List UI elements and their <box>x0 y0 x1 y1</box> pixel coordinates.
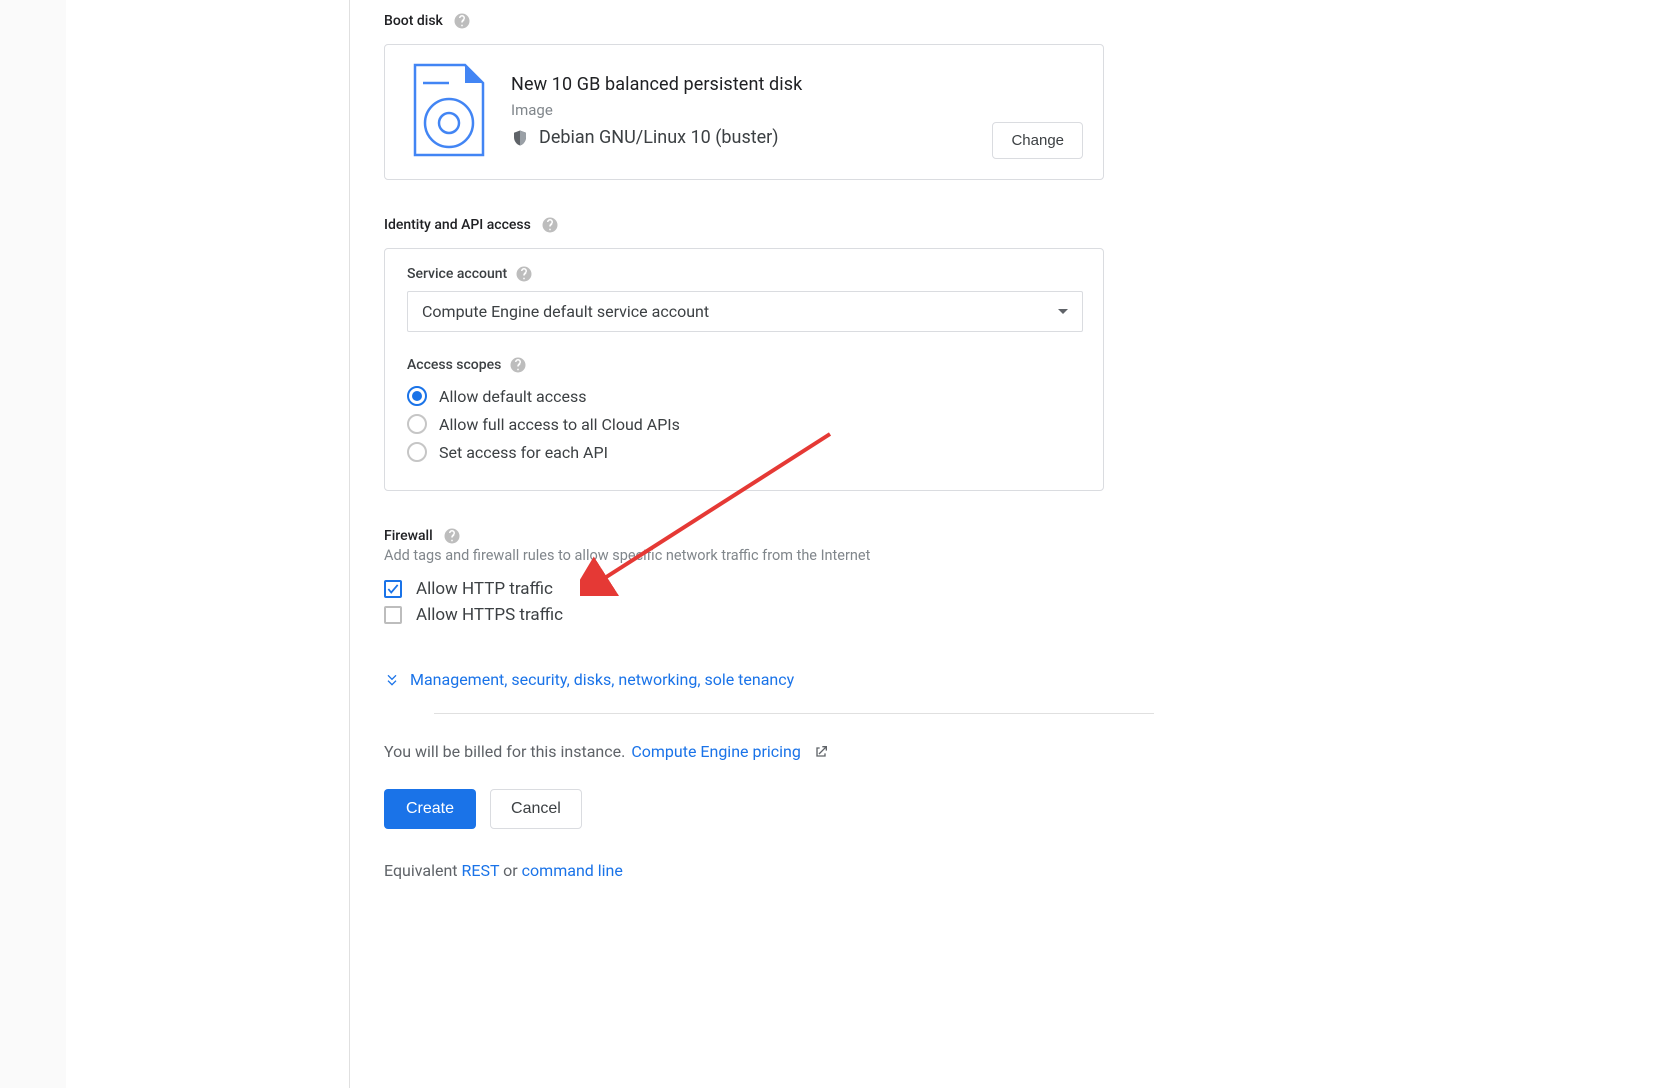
chevron-double-down-icon <box>384 672 400 688</box>
radio-set-each[interactable]: Set access for each API <box>407 438 1083 466</box>
checkbox-icon <box>384 580 402 598</box>
checkbox-label: Allow HTTP traffic <box>416 579 553 599</box>
help-icon[interactable] <box>443 527 461 545</box>
cancel-button[interactable]: Cancel <box>490 789 582 829</box>
access-scopes: Access scopes Allow default access Allow… <box>407 356 1083 466</box>
service-account-label-text: Service account <box>407 266 507 282</box>
boot-disk-image-row: Debian GNU/Linux 10 (buster) <box>511 127 966 148</box>
access-scopes-label: Access scopes <box>407 356 1083 374</box>
left-gutter <box>0 0 66 1088</box>
help-icon[interactable] <box>453 12 471 30</box>
service-account-value: Compute Engine default service account <box>422 302 709 321</box>
pricing-link[interactable]: Compute Engine pricing <box>631 742 801 761</box>
checkbox-label: Allow HTTPS traffic <box>416 605 563 625</box>
identity-heading-text: Identity and API access <box>384 217 531 233</box>
boot-disk-image-label: Image <box>511 101 966 119</box>
disk-icon <box>407 63 485 159</box>
equivalent-prefix: Equivalent <box>384 861 462 880</box>
radio-icon <box>407 386 427 406</box>
access-scopes-label-text: Access scopes <box>407 357 501 373</box>
radio-allow-full[interactable]: Allow full access to all Cloud APIs <box>407 410 1083 438</box>
rest-link[interactable]: REST <box>462 861 500 880</box>
external-link-icon <box>813 744 829 760</box>
radio-icon <box>407 414 427 434</box>
help-icon[interactable] <box>515 265 533 283</box>
shield-icon <box>511 129 529 147</box>
content-divider <box>349 0 350 1088</box>
create-button[interactable]: Create <box>384 789 476 829</box>
checkbox-allow-https[interactable]: Allow HTTPS traffic <box>384 602 1204 628</box>
identity-heading: Identity and API access <box>384 216 1204 234</box>
boot-disk-image-name: Debian GNU/Linux 10 (buster) <box>539 127 779 148</box>
change-button[interactable]: Change <box>992 122 1083 159</box>
identity-card: Service account Compute Engine default s… <box>384 248 1104 491</box>
command-line-link[interactable]: command line <box>522 861 623 880</box>
help-icon[interactable] <box>509 356 527 374</box>
radio-label: Allow default access <box>439 387 586 406</box>
help-icon[interactable] <box>541 216 559 234</box>
checkbox-allow-http[interactable]: Allow HTTP traffic <box>384 576 1204 602</box>
service-account-select[interactable]: Compute Engine default service account <box>407 291 1083 332</box>
divider <box>434 713 1154 714</box>
boot-disk-title: New 10 GB balanced persistent disk <box>511 74 966 95</box>
boot-disk-heading: Boot disk <box>384 12 1204 30</box>
billing-note: You will be billed for this instance. Co… <box>384 742 1204 761</box>
equivalent-mid: or <box>499 861 521 880</box>
boot-disk-card: New 10 GB balanced persistent disk Image… <box>384 44 1104 180</box>
checkbox-icon <box>384 606 402 624</box>
radio-label: Set access for each API <box>439 443 608 462</box>
radio-allow-default[interactable]: Allow default access <box>407 382 1083 410</box>
billing-text: You will be billed for this instance. <box>384 742 625 761</box>
firewall-heading-text: Firewall <box>384 528 433 544</box>
boot-disk-heading-text: Boot disk <box>384 13 443 29</box>
radio-label: Allow full access to all Cloud APIs <box>439 415 680 434</box>
action-buttons: Create Cancel <box>384 789 1204 829</box>
caret-down-icon <box>1058 309 1068 314</box>
firewall-heading: Firewall <box>384 527 1204 545</box>
boot-disk-info: New 10 GB balanced persistent disk Image… <box>511 74 966 148</box>
firewall-description: Add tags and firewall rules to allow spe… <box>384 547 1204 564</box>
expander-label: Management, security, disks, networking,… <box>410 670 794 689</box>
equivalent-line: Equivalent REST or command line <box>384 861 1204 880</box>
radio-icon <box>407 442 427 462</box>
expand-management-link[interactable]: Management, security, disks, networking,… <box>384 670 1204 689</box>
service-account-label: Service account <box>407 265 1083 283</box>
